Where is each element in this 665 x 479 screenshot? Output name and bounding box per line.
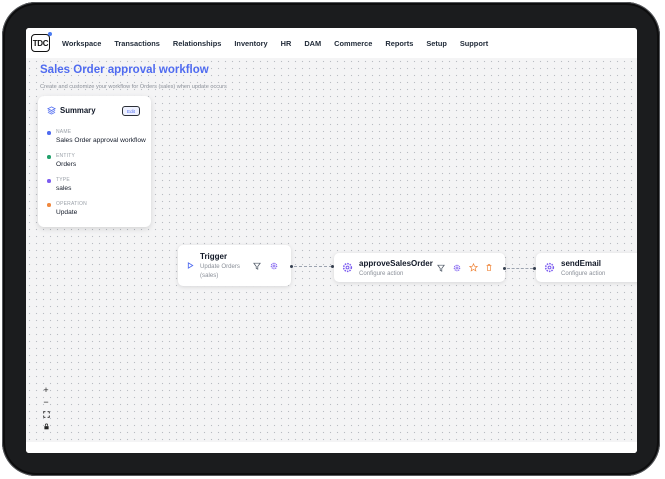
logo-text: TDC [32, 38, 49, 48]
operation-dot-icon [47, 203, 51, 207]
tablet-frame: TDC Workspace Transactions Relationships… [2, 2, 660, 476]
field-value: Update [56, 209, 78, 216]
page-subtitle: Create and customize your workflow for O… [40, 84, 227, 90]
field-label: TYPE [56, 177, 70, 183]
filter-icon[interactable] [253, 262, 261, 270]
page-title: Sales Order approval workflow [40, 64, 209, 76]
nav-item-inventory[interactable]: Inventory [234, 39, 267, 48]
summary-header: Summary [47, 106, 96, 115]
approve-sales-order-node[interactable]: approveSalesOrder Configure action [334, 253, 505, 282]
summary-card: Summary Edit NAME Sales Order approval w… [38, 96, 151, 227]
nav-item-commerce[interactable]: Commerce [334, 39, 372, 48]
summary-title: Summary [60, 106, 96, 115]
action-gear-icon [544, 262, 555, 273]
nav-menu: Workspace Transactions Relationships Inv… [62, 39, 501, 48]
nav-item-workspace[interactable]: Workspace [62, 39, 101, 48]
nav-item-relationships[interactable]: Relationships [173, 39, 221, 48]
nav-item-hr[interactable]: HR [281, 39, 292, 48]
email-title: sendEmail [561, 259, 602, 268]
tdc-logo[interactable]: TDC [31, 32, 52, 52]
entity-dot-icon [47, 155, 51, 159]
trigger-subtitle-2: (sales) [200, 272, 219, 279]
trigger-node[interactable]: Trigger Update Orders (sales) [178, 245, 291, 286]
zoom-out-button[interactable]: − [40, 396, 52, 408]
nav-item-support[interactable]: Support [460, 39, 488, 48]
lock-button[interactable] [40, 420, 52, 432]
trigger-title: Trigger [200, 252, 228, 261]
approve-title: approveSalesOrder [359, 259, 433, 268]
top-navbar: TDC Workspace Transactions Relationships… [26, 28, 637, 58]
trigger-subtitle: Update Orders [200, 263, 240, 270]
edge-approve-email [507, 268, 533, 269]
gear-icon[interactable] [453, 264, 461, 272]
fit-view-icon [42, 410, 50, 418]
field-value: sales [56, 185, 72, 192]
approve-subtitle: Configure action [359, 270, 404, 277]
zoom-in-button[interactable]: + [40, 384, 52, 396]
send-email-node[interactable]: sendEmail Configure action [536, 253, 637, 282]
approve-output-port[interactable] [503, 267, 506, 270]
field-value: Sales Order approval workflow [56, 137, 146, 144]
edit-button[interactable]: Edit [122, 106, 140, 116]
fit-view-button[interactable] [40, 408, 52, 420]
bottom-strip [26, 442, 637, 453]
nav-item-dam[interactable]: DAM [304, 39, 321, 48]
field-label: ENTITY [56, 153, 75, 159]
play-icon [187, 262, 194, 269]
star-icon[interactable] [469, 263, 478, 272]
gear-icon[interactable] [270, 262, 278, 270]
edge-trigger-approve [294, 266, 332, 267]
field-value: Orders [56, 161, 77, 168]
name-dot-icon [47, 131, 51, 135]
nav-item-setup[interactable]: Setup [426, 39, 447, 48]
layers-icon [47, 106, 56, 115]
filter-icon[interactable] [437, 264, 445, 272]
zoom-controls: + − [40, 384, 52, 432]
lock-icon [43, 423, 49, 429]
field-label: NAME [56, 129, 72, 135]
screen: TDC Workspace Transactions Relationships… [26, 28, 637, 453]
trigger-output-port[interactable] [290, 265, 293, 268]
nav-item-reports[interactable]: Reports [385, 39, 413, 48]
logo-dot [48, 32, 52, 36]
action-gear-icon [342, 262, 353, 273]
trash-icon[interactable] [485, 263, 493, 272]
type-dot-icon [47, 179, 51, 183]
nav-item-transactions[interactable]: Transactions [114, 39, 160, 48]
field-label: OPERATION [56, 201, 87, 207]
email-subtitle: Configure action [561, 270, 606, 277]
